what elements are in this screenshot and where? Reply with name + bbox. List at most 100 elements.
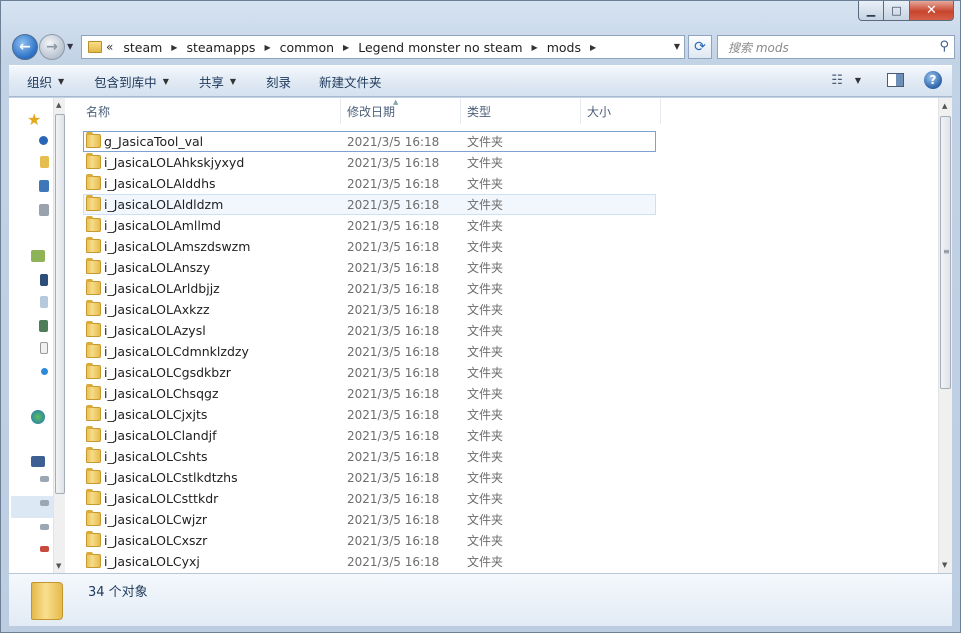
file-name: i_JasicaLOLAmllmd xyxy=(104,218,221,233)
file-row[interactable]: g_JasicaTool_val 2021/3/5 16:18 文件夹 xyxy=(83,131,656,152)
file-row[interactable]: i_JasicaLOLCyxj 2021/3/5 16:18 文件夹 xyxy=(66,551,938,572)
file-row[interactable]: i_JasicaLOLCdmnklzdzy 2021/3/5 16:18 文件夹 xyxy=(66,341,938,362)
breadcrumb-mods[interactable]: mods ▶ xyxy=(547,40,605,55)
include-in-library-menu[interactable]: 包含到库中 ▼ xyxy=(94,72,169,91)
file-name: i_JasicaLOLCshts xyxy=(104,449,208,464)
file-row[interactable]: i_JasicaLOLCwjzr 2021/3/5 16:18 文件夹 xyxy=(66,509,938,530)
view-dropdown-icon[interactable]: ▼ xyxy=(855,76,861,85)
new-folder-button[interactable]: 新建文件夹 xyxy=(319,72,382,91)
file-row[interactable]: i_JasicaLOLCjxjts 2021/3/5 16:18 文件夹 xyxy=(66,404,938,425)
file-row[interactable]: i_JasicaLOLArldbjjz 2021/3/5 16:18 文件夹 xyxy=(66,278,938,299)
column-header-size[interactable]: 大小 xyxy=(581,98,661,124)
view-options-icon[interactable]: ☷ xyxy=(831,73,843,88)
file-date: 2021/3/5 16:18 xyxy=(347,554,440,569)
address-bar[interactable]: « steam ▶ steamapps ▶ common ▶ Legend monst… xyxy=(81,35,685,59)
documents-library-icon[interactable] xyxy=(40,296,48,308)
navigation-scrollbar[interactable]: ▲ ▼ xyxy=(53,98,65,573)
file-row[interactable]: i_JasicaLOLChsqgz 2021/3/5 16:18 文件夹 xyxy=(66,383,938,404)
file-date: 2021/3/5 16:18 xyxy=(347,323,440,338)
column-header-name[interactable]: 名称 xyxy=(66,98,341,124)
file-row[interactable]: i_JasicaLOLClandjf 2021/3/5 16:18 文件夹 xyxy=(66,425,938,446)
breadcrumb-common[interactable]: common ▶ xyxy=(280,40,359,55)
close-button[interactable]: ✕ xyxy=(910,1,954,21)
back-button[interactable]: ← xyxy=(12,34,38,60)
overflow-chevron[interactable]: « xyxy=(106,40,113,54)
breadcrumb-separator-icon[interactable]: ▶ xyxy=(590,43,596,52)
file-name: i_JasicaLOLAxkzz xyxy=(104,302,210,317)
folder-icon xyxy=(86,216,101,232)
file-row[interactable]: i_JasicaLOLCsttkdr 2021/3/5 16:18 文件夹 xyxy=(66,488,938,509)
folder-icon xyxy=(86,447,101,463)
drive-icon[interactable] xyxy=(40,500,49,506)
scroll-up-icon[interactable]: ▲ xyxy=(56,101,61,109)
refresh-button[interactable]: ⟳ xyxy=(688,35,712,59)
file-row[interactable]: i_JasicaLOLAmllmd 2021/3/5 16:18 文件夹 xyxy=(66,215,938,236)
libraries-icon[interactable] xyxy=(31,250,45,262)
cloud-icon[interactable] xyxy=(39,136,48,145)
homegroup-icon[interactable] xyxy=(31,410,45,424)
help-icon[interactable]: ? xyxy=(924,71,942,89)
pictures-library-icon[interactable] xyxy=(39,320,48,332)
file-row[interactable]: i_JasicaLOLCgsdkbzr 2021/3/5 16:18 文件夹 xyxy=(66,362,938,383)
file-row[interactable]: i_JasicaLOLAzysl 2021/3/5 16:18 文件夹 xyxy=(66,320,938,341)
breadcrumb-separator-icon[interactable]: ▶ xyxy=(343,43,349,52)
address-history-dropdown-icon[interactable]: ▼ xyxy=(674,42,680,51)
column-header-date[interactable]: 修改日期 ▲ xyxy=(341,98,461,124)
file-name: i_JasicaLOLCstlkdtzhs xyxy=(104,470,238,485)
file-type: 文件夹 xyxy=(467,324,504,338)
file-row[interactable]: i_JasicaLOLAlddhs 2021/3/5 16:18 文件夹 xyxy=(66,173,938,194)
file-row[interactable]: i_JasicaLOLCstlkdtzhs 2021/3/5 16:18 文件夹 xyxy=(66,467,938,488)
videos-library-icon[interactable] xyxy=(40,274,48,286)
scroll-down-icon[interactable]: ▼ xyxy=(942,561,947,569)
file-name: i_JasicaLOLCwjzr xyxy=(104,512,208,527)
text-document-icon[interactable] xyxy=(40,342,48,354)
drive-icon[interactable] xyxy=(40,476,49,482)
command-bar: 组织 ▼ 包含到库中 ▼ 共享 ▼ 刻录 新建文件夹 ☷ ▼ ? xyxy=(9,65,952,97)
folder-icon xyxy=(31,582,63,620)
removable-drive-icon[interactable] xyxy=(40,546,49,552)
file-row[interactable]: i_JasicaLOLCshts 2021/3/5 16:18 文件夹 xyxy=(66,446,938,467)
computer-icon[interactable] xyxy=(31,456,45,467)
file-row[interactable]: i_JasicaLOLAmszdswzm 2021/3/5 16:18 文件夹 xyxy=(66,236,938,257)
file-row[interactable]: i_JasicaLOLAxkzz 2021/3/5 16:18 文件夹 xyxy=(66,299,938,320)
file-date: 2021/3/5 16:18 xyxy=(347,197,440,212)
file-row[interactable]: i_JasicaLOLCxszr 2021/3/5 16:18 文件夹 xyxy=(66,530,938,551)
search-input[interactable]: 搜索 mods ⚲ xyxy=(717,35,955,59)
file-row[interactable]: i_JasicaLOLAnszy 2021/3/5 16:18 文件夹 xyxy=(66,257,938,278)
downloads-folder-icon[interactable] xyxy=(40,156,49,168)
folder-icon xyxy=(86,300,101,316)
scroll-up-icon[interactable]: ▲ xyxy=(942,102,947,110)
share-menu[interactable]: 共享 ▼ xyxy=(199,72,236,91)
content-area: ★ ▲ ▼ 名称 修改日期 ▲ 类型 大小 g_JasicaTool_val 2… xyxy=(9,98,952,573)
maximize-button[interactable]: □ xyxy=(884,1,910,21)
scrollbar-thumb[interactable] xyxy=(55,114,65,494)
file-row[interactable]: i_JasicaLOLAhkskjyxyd 2021/3/5 16:18 文件夹 xyxy=(66,152,938,173)
column-header-type[interactable]: 类型 xyxy=(461,98,581,124)
preview-pane-icon[interactable] xyxy=(887,73,904,87)
breadcrumb-steamapps[interactable]: steamapps ▶ xyxy=(186,40,279,55)
breadcrumb-separator-icon[interactable]: ▶ xyxy=(532,43,538,52)
file-row[interactable]: i_JasicaLOLAldldzm 2021/3/5 16:18 文件夹 xyxy=(83,194,656,215)
breadcrumb-separator-icon[interactable]: ▶ xyxy=(264,43,270,52)
scrollbar-thumb[interactable]: ≡ xyxy=(940,116,951,389)
burn-button[interactable]: 刻录 xyxy=(266,72,291,91)
music-library-icon[interactable] xyxy=(41,368,48,375)
organize-menu[interactable]: 组织 ▼ xyxy=(27,72,64,91)
grip-icon: ≡ xyxy=(943,247,950,256)
breadcrumb-legend-monster[interactable]: Legend monster no steam ▶ xyxy=(358,40,547,55)
minimize-button[interactable]: ▁ xyxy=(858,1,884,21)
desktop-icon[interactable] xyxy=(39,180,49,192)
breadcrumb-steam[interactable]: steam ▶ xyxy=(123,40,186,55)
forward-button[interactable]: → xyxy=(39,34,65,60)
file-date: 2021/3/5 16:18 xyxy=(347,533,440,548)
search-icon[interactable]: ⚲ xyxy=(939,39,949,54)
recent-pages-dropdown-icon[interactable]: ▼ xyxy=(67,42,73,51)
scroll-down-icon[interactable]: ▼ xyxy=(56,562,61,570)
folder-icon xyxy=(86,384,101,400)
file-list-scrollbar[interactable]: ▲ ≡ ▼ xyxy=(938,98,952,573)
drive-icon[interactable] xyxy=(40,524,49,530)
favorites-star-icon[interactable]: ★ xyxy=(27,110,41,129)
recent-places-icon[interactable] xyxy=(39,204,49,216)
breadcrumb-separator-icon[interactable]: ▶ xyxy=(171,43,177,52)
file-date: 2021/3/5 16:18 xyxy=(347,449,440,464)
